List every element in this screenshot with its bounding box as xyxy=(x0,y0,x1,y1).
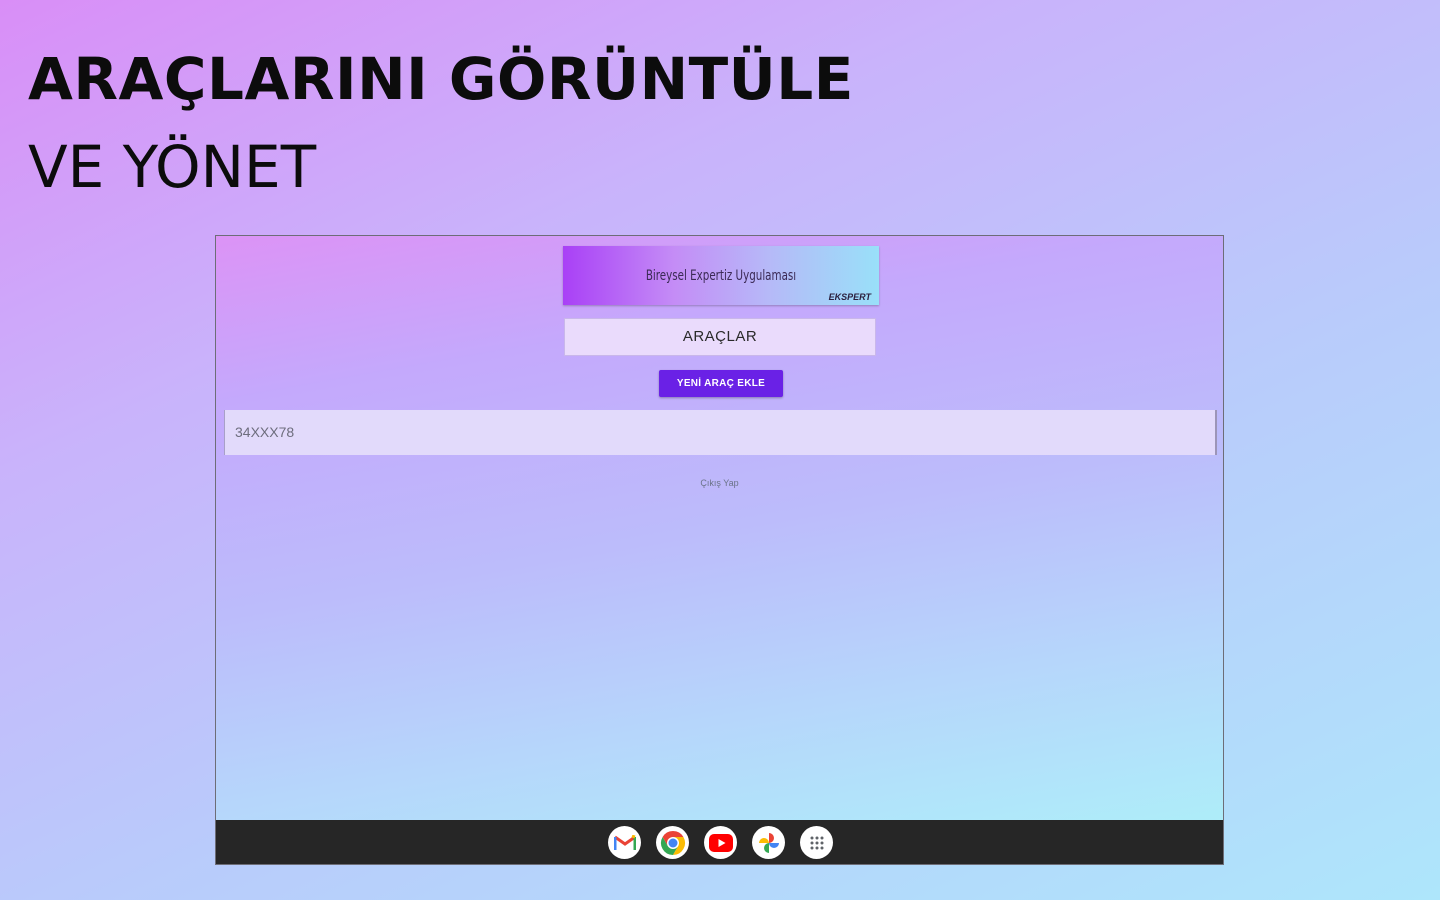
device-screenshot: Bireysel Expertiz Uygulaması EKSPERT ARA… xyxy=(215,235,1224,865)
banner-brand-logo: EKSPERT xyxy=(828,292,871,302)
vehicle-list: 34XXX78 xyxy=(224,410,1217,455)
banner-title: Bireysel Expertiz Uygulaması xyxy=(645,268,797,284)
photos-icon[interactable] xyxy=(752,826,785,859)
app-screen: Bireysel Expertiz Uygulaması EKSPERT ARA… xyxy=(216,236,1223,822)
section-title: ARAÇLAR xyxy=(564,318,876,356)
youtube-icon[interactable] xyxy=(704,826,737,859)
vehicle-list-item[interactable]: 34XXX78 xyxy=(224,410,1217,455)
chrome-icon[interactable] xyxy=(656,826,689,859)
gmail-icon[interactable] xyxy=(608,826,641,859)
launcher-icon[interactable] xyxy=(800,826,833,859)
logout-link[interactable]: Çıkış Yap xyxy=(216,478,1223,488)
headline-line-2: VE YÖNET xyxy=(28,133,317,201)
shelf-apps xyxy=(608,826,833,859)
promo-headline: ARAÇLARINI GÖRÜNTÜLE VE YÖNET xyxy=(28,50,854,196)
system-shelf xyxy=(216,820,1223,864)
add-vehicle-button[interactable]: YENİ ARAÇ EKLE xyxy=(659,370,783,397)
headline-line-1: ARAÇLARINI GÖRÜNTÜLE xyxy=(28,45,854,113)
app-banner: Bireysel Expertiz Uygulaması EKSPERT xyxy=(563,246,879,305)
